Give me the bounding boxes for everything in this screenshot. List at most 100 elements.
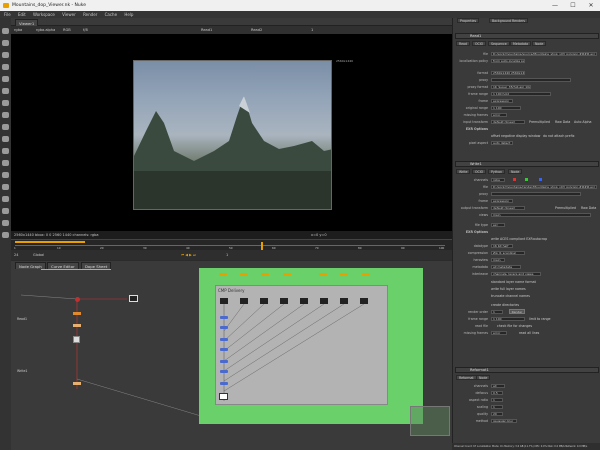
input-node-1[interactable]	[219, 273, 227, 276]
tab-curve-editor[interactable]: Curve Editor	[47, 262, 79, 269]
play-controls-icon[interactable]: ⏮ ◀ ▶ ⏭	[181, 250, 196, 260]
metadata-tool-icon[interactable]	[2, 160, 9, 166]
menu-cache[interactable]: Cache	[105, 12, 117, 17]
frame-mode-select[interactable]: expression	[491, 99, 513, 103]
write-proxy-field[interactable]	[491, 192, 581, 196]
delivery-read-7[interactable]	[340, 298, 348, 304]
read-node-header[interactable]: Read1	[455, 33, 599, 39]
merge-node-7[interactable]	[220, 382, 228, 385]
delivery-read-5[interactable]	[300, 298, 308, 304]
red-channel-check[interactable]	[513, 178, 516, 181]
render-button[interactable]: Render	[509, 309, 525, 314]
zoom-select[interactable]: f/8	[83, 26, 88, 34]
render-order-field[interactable]: 1	[491, 310, 503, 314]
write-rawdata-check[interactable]: Raw Data	[581, 206, 596, 210]
merge-node-3[interactable]	[220, 338, 228, 341]
check-file-changes-check[interactable]: check file for changes	[497, 324, 532, 328]
file-type-select[interactable]: exr	[491, 223, 505, 227]
current-frame-field[interactable]: 1	[226, 250, 228, 260]
backdrop-cmp-delivery[interactable]: CMP Delivery	[215, 285, 388, 405]
merge-node-4[interactable]	[220, 348, 228, 351]
reformat-node-small[interactable]	[73, 324, 81, 327]
reformat-channels-select[interactable]: all	[491, 384, 505, 388]
create-directories-check[interactable]: create directories	[491, 303, 519, 307]
tab-write-ocio[interactable]: OCIO	[472, 169, 487, 174]
transform-tool-icon[interactable]	[2, 124, 9, 130]
datatype-select[interactable]: 16 bit half	[491, 244, 513, 248]
keyer-tool-icon[interactable]	[2, 100, 9, 106]
views-select[interactable]: main	[491, 213, 591, 217]
merge-node-1[interactable]	[220, 316, 228, 319]
close-button[interactable]: ✕	[582, 0, 600, 11]
delivery-write-node[interactable]	[219, 393, 228, 400]
tab-read-ocio[interactable]: OCIO	[472, 41, 487, 46]
minimize-button[interactable]: —	[546, 0, 564, 11]
original-range-field[interactable]: 1 100	[491, 106, 521, 110]
image-tool-icon[interactable]	[2, 28, 9, 34]
heroview-select[interactable]: main	[491, 258, 505, 262]
toolsets-tool-icon[interactable]	[2, 172, 9, 178]
menu-workspace[interactable]: Workspace	[33, 12, 55, 17]
scaling-field[interactable]: 1	[491, 405, 503, 409]
tab-background-renders[interactable]: Background Renders	[489, 18, 529, 23]
limit-to-range-check[interactable]: limit to range	[529, 317, 551, 321]
autocrop-check[interactable]: autocrop	[533, 237, 547, 241]
tab-read-sequence[interactable]: Sequence	[488, 41, 510, 46]
aces-compliant-check[interactable]: write ACES compliant EXR	[491, 237, 533, 241]
quality-field[interactable]: 20	[491, 412, 503, 416]
particles-tool-icon[interactable]	[2, 208, 9, 214]
frame-range-field[interactable]: 1 100 hold	[491, 92, 551, 96]
views-tool-icon[interactable]	[2, 148, 9, 154]
no-prefix-check[interactable]: do not attach prefix	[543, 134, 575, 138]
write-node-header[interactable]: Write1	[455, 161, 599, 167]
input-node-5[interactable]	[319, 273, 327, 276]
time-tool-icon[interactable]	[2, 52, 9, 58]
plugin-tool-icon[interactable]	[2, 232, 9, 238]
tab-read[interactable]: Read	[456, 41, 471, 46]
aspect-ratio-field[interactable]: 1	[491, 398, 503, 402]
transform-node-small[interactable]	[73, 382, 81, 385]
color-tool-icon[interactable]	[2, 76, 9, 82]
proxy-field[interactable]	[491, 78, 571, 82]
delivery-read-6[interactable]	[320, 298, 328, 304]
draw-tool-icon[interactable]	[2, 40, 9, 46]
tab-write[interactable]: Write	[456, 169, 471, 174]
missing-frames-select[interactable]: error	[491, 113, 507, 117]
menu-render[interactable]: Render	[83, 12, 97, 17]
tab-viewer1[interactable]: Viewer1	[15, 19, 39, 26]
fps-field[interactable]: 24	[14, 250, 18, 260]
merge-node-5[interactable]	[220, 360, 228, 363]
input-node-3[interactable]	[261, 273, 269, 276]
interleave-select[interactable]: channels, layers and views	[491, 272, 541, 276]
playhead[interactable]	[261, 242, 263, 250]
pixel-aspect-select[interactable]: auto detect	[491, 141, 513, 145]
raw-data-check[interactable]: Raw Data	[555, 120, 570, 124]
write-file-field[interactable]: D:/work/mountains/render/Mountains_shop_…	[491, 185, 597, 189]
input-b-select[interactable]: Read2	[251, 26, 262, 34]
menu-viewer[interactable]: Viewer	[62, 12, 76, 17]
tab-read-metadata[interactable]: Metadata	[510, 41, 532, 46]
write-frame-range-field[interactable]: 1 100	[491, 317, 525, 321]
tab-properties[interactable]: Properties	[457, 18, 480, 23]
timeline[interactable]: 1 10 20 30 40 50 60 70 80 90 100	[11, 239, 452, 250]
write-missing-frames-select[interactable]: error	[491, 331, 507, 335]
input-node-6[interactable]	[340, 273, 348, 276]
proxy-format-select[interactable]: 1K_Super_35(full-ap) 1024x778	[491, 85, 531, 89]
write-channels-select[interactable]: rgba	[491, 178, 505, 182]
furnace-tool-icon[interactable]	[2, 196, 9, 202]
display-select[interactable]: RGB	[63, 26, 71, 34]
channel-tool-icon[interactable]	[2, 64, 9, 70]
offset-negative-check[interactable]: offset negative display window	[491, 134, 540, 138]
metadata-select[interactable]: all metadata	[491, 265, 521, 269]
tab-read-node[interactable]: Node	[532, 41, 547, 46]
tab-node-graph[interactable]: Node Graph	[15, 262, 46, 269]
green-channel-check[interactable]	[525, 178, 528, 181]
3d-tool-icon[interactable]	[2, 136, 9, 142]
layer-select[interactable]: rgba	[14, 26, 22, 34]
reformat-node-header[interactable]: Reformat1	[455, 367, 599, 373]
compression-select[interactable]: Zip (1 scanline)	[491, 251, 525, 255]
tab-write-node[interactable]: Node	[508, 169, 523, 174]
dot-node[interactable]	[75, 297, 80, 302]
tab-reformat[interactable]: Reformat	[456, 375, 477, 380]
input-node-7[interactable]	[362, 273, 370, 276]
